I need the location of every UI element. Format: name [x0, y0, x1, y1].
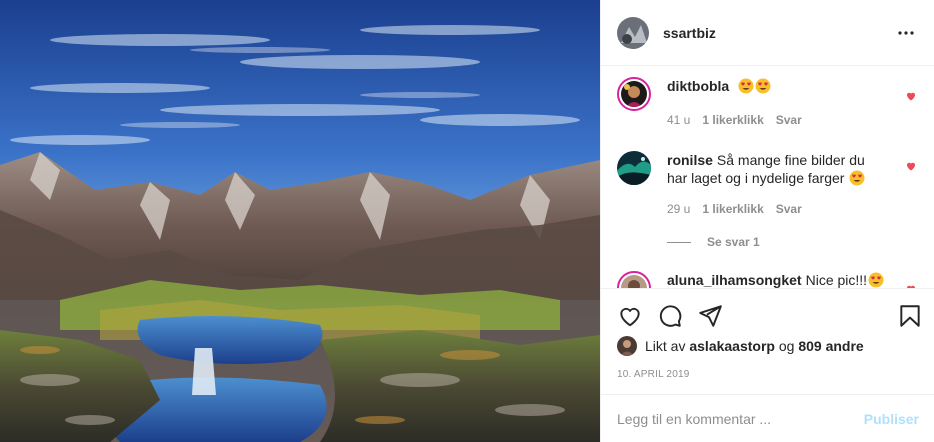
- comment-meta: 29 u 1 likerklikk Svar: [667, 202, 802, 216]
- painting-landscape: [0, 0, 600, 442]
- post-header: ssartbiz: [601, 0, 934, 66]
- add-comment-input[interactable]: [617, 410, 856, 427]
- post-date[interactable]: 10. APRIL 2019: [617, 369, 689, 380]
- author-username[interactable]: ssartbiz: [663, 25, 716, 41]
- comment-bubble-icon[interactable]: [657, 303, 683, 329]
- comment-like-count[interactable]: 1 likerklikk: [702, 113, 763, 127]
- comment-body: aluna_ilhamsongket Nice pic!!!: [667, 271, 887, 288]
- comment-username[interactable]: diktbobla: [667, 78, 729, 94]
- comment-meta: 41 u 1 likerklikk Svar: [667, 113, 802, 127]
- comments-list[interactable]: diktbobla 41 u 1 likerklikk Svar ronilse…: [601, 67, 934, 288]
- comment-like-count[interactable]: 1 likerklikk: [702, 202, 763, 216]
- reply-button[interactable]: Svar: [776, 202, 802, 216]
- liked-by-summary: Likt av aslakaastorp og 809 andre: [617, 336, 864, 356]
- post-image[interactable]: [0, 0, 600, 442]
- liker-username[interactable]: aslakaastorp: [689, 338, 775, 354]
- see-replies-label: Se svar 1: [707, 235, 760, 249]
- see-replies-button[interactable]: Se svar 1: [667, 235, 760, 249]
- like-heart-icon[interactable]: [617, 303, 643, 329]
- replies-divider-line: [667, 241, 691, 243]
- comment-username[interactable]: ronilse: [667, 152, 713, 168]
- comment-body: ronilse Så mange fine bilder du har laget…: [667, 151, 887, 187]
- comment-time[interactable]: 29 u: [667, 202, 690, 216]
- comment-liked-heart-icon[interactable]: [905, 90, 917, 102]
- other-likers-link[interactable]: 809 andre: [798, 338, 863, 354]
- author-avatar[interactable]: [617, 16, 649, 49]
- comment-text: Nice pic!!!: [805, 272, 868, 288]
- save-bookmark-icon[interactable]: [897, 303, 923, 329]
- commenter-avatar[interactable]: [617, 271, 651, 288]
- comment-composer: Publiser: [601, 394, 934, 442]
- heart-eyes-emoji-icon: [755, 78, 771, 94]
- comment-liked-heart-icon[interactable]: [905, 160, 917, 172]
- commenter-avatar[interactable]: [617, 151, 651, 185]
- reply-button[interactable]: Svar: [776, 113, 802, 127]
- comment-time[interactable]: 41 u: [667, 113, 690, 127]
- post-action-bar: [601, 288, 934, 342]
- heart-eyes-emoji-icon: [868, 272, 884, 288]
- heart-eyes-emoji-icon: [849, 170, 865, 186]
- more-options-icon[interactable]: [894, 21, 918, 45]
- liker-avatar[interactable]: [617, 336, 637, 356]
- comment-username[interactable]: aluna_ilhamsongket: [667, 272, 802, 288]
- commenter-avatar[interactable]: [617, 77, 651, 111]
- heart-eyes-emoji-icon: [738, 78, 754, 94]
- publish-button[interactable]: Publiser: [864, 411, 919, 427]
- liked-by-joiner: og: [778, 338, 795, 354]
- share-paper-plane-icon[interactable]: [697, 303, 723, 329]
- post-side-panel: ssartbiz diktbobla 41 u 1 likerklikk Sva…: [600, 0, 934, 442]
- liked-by-prefix: Likt av: [645, 338, 686, 354]
- comment-body: diktbobla: [667, 77, 887, 95]
